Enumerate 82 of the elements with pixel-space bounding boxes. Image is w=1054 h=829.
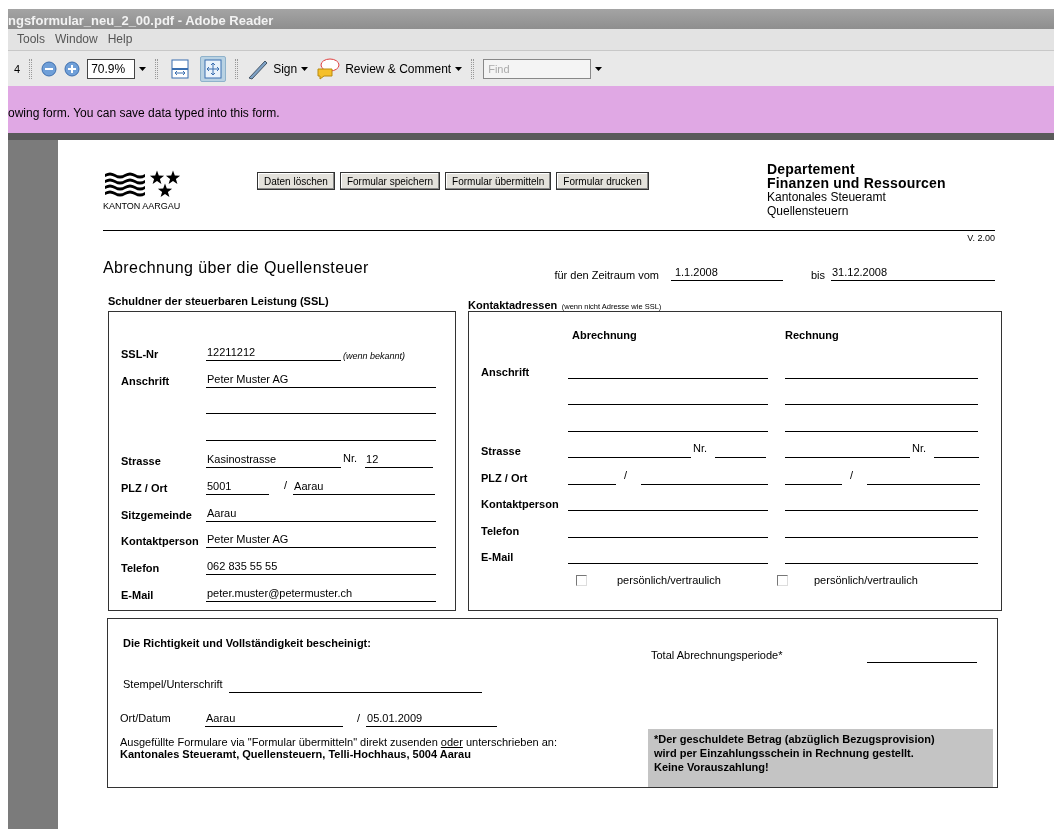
checkbox-label: persönlich/vertraulich [617, 574, 721, 586]
checkbox[interactable] [777, 574, 788, 586]
field-label: Telefon [121, 562, 161, 577]
input-field[interactable]: Aarau [293, 478, 436, 495]
form-button[interactable]: Formular drucken [556, 172, 649, 190]
find-field[interactable]: Find [483, 58, 592, 79]
separator-slash: / [284, 478, 288, 491]
speech-bubble-icon [315, 57, 342, 80]
zoom-field[interactable]: 70.9% [87, 58, 136, 79]
field-label: Strasse [121, 455, 162, 469]
caret-icon [301, 66, 309, 71]
field-label: Total Abrechnungsperiode* [651, 649, 784, 661]
department-line: Departement [767, 162, 855, 176]
department-line: Kantonales Steueramt [767, 190, 887, 204]
form-button[interactable]: Formular übermitteln [445, 172, 552, 190]
section-heading: Kontaktadressen [468, 299, 558, 311]
column-heading: Rechnung [784, 328, 840, 341]
column-heading: Abrechnung [571, 328, 638, 341]
window-title: ngsformular_neu_2_00.pdf - Adobe Reader [8, 13, 274, 28]
menu-item[interactable]: Help [107, 32, 133, 50]
form-title: Abrechnung über die Quellensteuer [103, 259, 370, 278]
input-field[interactable]: 12211212 [206, 344, 341, 361]
form-button[interactable]: Formular speichern [339, 172, 441, 190]
page-count: 4 [14, 62, 21, 75]
nr-label: Nr. [912, 442, 927, 454]
input-field[interactable]: Aarau [206, 505, 436, 522]
zoom-out-icon[interactable] [41, 60, 58, 77]
field-label: Kontaktperson [481, 498, 560, 512]
input-field[interactable]: 31.12.2008 [831, 265, 995, 281]
review-comment-button[interactable]: Review & Comment [315, 57, 463, 80]
banner-message: owing form. You can save data typed into this form. [8, 106, 280, 120]
field-label: PLZ / Ort [121, 481, 169, 496]
input-field[interactable]: 5001 [206, 478, 269, 495]
checkbox-label: persönlich/vertraulich [814, 574, 918, 586]
caret-icon [595, 66, 603, 71]
form-button[interactable]: Daten löschen [257, 172, 335, 190]
sign-button[interactable]: Sign [247, 57, 309, 80]
separator-slash: / [357, 712, 361, 724]
version-label: V. 2.00 [967, 233, 995, 243]
separator-slash: / [850, 468, 854, 481]
input-field[interactable]: Aarau [205, 711, 343, 727]
caret-icon [455, 66, 463, 71]
period-label: für den Zeitraum vom [554, 269, 659, 281]
field-label: Telefon [481, 524, 521, 539]
field-label: Stempel/Unterschrift [123, 678, 223, 690]
department-line: Quellensteuern [767, 204, 850, 218]
section-heading: Schuldner der steuerbaren Leistung (SSL) [108, 295, 330, 309]
hint-text: (wenn bekannt) [343, 350, 406, 361]
input-field[interactable]: Kasinostrasse [206, 452, 341, 468]
instruction-text: Ausgefüllte Formulare via "Formular übermitteln" direkt zusenden oder unterschrieben an: [120, 736, 559, 748]
input-field[interactable]: Peter Muster AG [206, 371, 436, 388]
input-field[interactable]: 05.01.2009 [366, 711, 498, 727]
field-label: E-Mail [481, 551, 515, 565]
nr-label: Nr. [343, 452, 358, 464]
period-to-label: bis [810, 269, 825, 281]
field-label: Kontaktperson [121, 535, 200, 550]
field-label: SSL-Nr [121, 347, 160, 362]
nr-label: Nr. [693, 442, 708, 454]
logo-text: KANTON AARGAU [103, 201, 182, 211]
input-field[interactable]: 12 [365, 452, 434, 468]
checkbox[interactable] [576, 574, 587, 586]
field-label: Anschrift [121, 374, 171, 389]
caret-icon [139, 66, 147, 71]
fit-page-button[interactable] [200, 55, 227, 82]
note-box: *Der geschuldete Betrag (abzüglich Bezugsprovision) wird per Einzahlungsschein in Rechnung gestellt. Keine Vorauszahlung! [648, 729, 993, 787]
field-label: E-Mail [121, 588, 155, 603]
field-label: PLZ / Ort [481, 471, 529, 486]
menu-item[interactable]: Window [55, 32, 98, 50]
input-field[interactable]: Peter Muster AG [206, 532, 436, 549]
field-label: Sitzgemeinde [121, 508, 193, 523]
input-field[interactable]: 1.1.2008 [670, 265, 783, 281]
field-label: Anschrift [481, 365, 531, 380]
zoom-in-icon[interactable] [64, 60, 81, 77]
input-field[interactable]: 062 835 55 55 [206, 559, 436, 576]
separator-slash: / [624, 468, 628, 481]
input-field[interactable]: peter.muster@petermuster.ch [206, 585, 436, 602]
field-label: Ort/Datum [120, 712, 172, 724]
address-text: Kantonales Steueramt, Quellensteuern, Telli-Hochhaus, 5004 Aarau [120, 748, 472, 760]
menu-item[interactable]: Tools [17, 32, 45, 50]
section-heading: Die Richtigkeit und Vollständigkeit bescheinigt: [123, 637, 372, 649]
field-label: Strasse [481, 445, 522, 459]
department-line: Finanzen und Ressourcen [767, 176, 946, 190]
